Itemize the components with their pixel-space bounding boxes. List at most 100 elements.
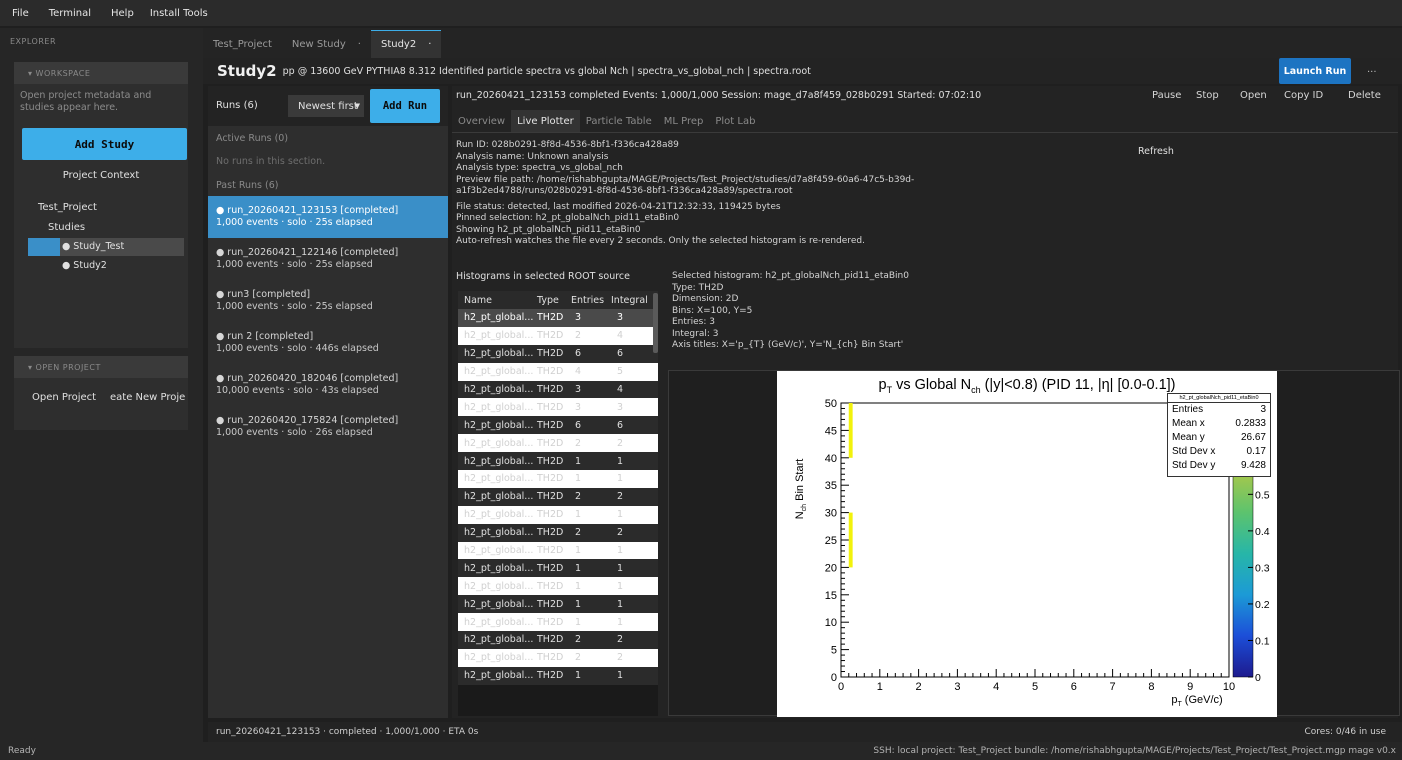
table-cell: h2_pt_global... [464, 527, 533, 539]
run-item[interactable]: ● run 2 [completed] 1,000 events · solo … [208, 328, 448, 358]
table-cell: h2_pt_global... [464, 473, 533, 485]
tab-close-icon[interactable]: · [428, 39, 431, 50]
col-entries[interactable]: Entries [569, 295, 611, 306]
table-row[interactable]: h2_pt_global... TH2D 1 1 [458, 505, 658, 524]
tab-live-plotter[interactable]: Live Plotter [511, 110, 580, 132]
stats-label: Mean x [1172, 418, 1205, 429]
tree-study2[interactable]: ● Study2 [62, 260, 107, 271]
copy-id-button[interactable]: Copy ID [1284, 90, 1348, 101]
run-item[interactable]: ● run_20260420_175824 [completed] 1,000 … [208, 412, 448, 442]
tab-new-study[interactable]: New Study · [282, 30, 371, 58]
table-row[interactable]: h2_pt_global... TH2D 1 1 [458, 613, 658, 632]
table-row[interactable]: h2_pt_global... TH2D 2 4 [458, 326, 658, 345]
table-row[interactable]: h2_pt_global... TH2D 1 1 [458, 559, 658, 578]
table-body: h2_pt_global... TH2D 3 3 h2_pt_global... TH2D… [458, 309, 658, 685]
table-row[interactable]: h2_pt_global... TH2D 4 5 [458, 362, 658, 381]
table-cell: 1 [617, 473, 624, 485]
run-meta: 1,000 events · solo · 26s elapsed [216, 427, 373, 438]
col-integral[interactable]: Integral [611, 295, 651, 306]
delete-button[interactable]: Delete [1348, 90, 1392, 101]
tab-overview[interactable]: Overview [452, 110, 511, 132]
tab-test-project[interactable]: Test_Project [203, 30, 282, 58]
run-item[interactable]: ● run3 [completed] 1,000 events · solo ·… [208, 286, 448, 316]
col-type[interactable]: Type [533, 295, 569, 306]
run-meta: 1,000 events · solo · 25s elapsed [216, 259, 373, 270]
refresh-button[interactable]: Refresh [1138, 146, 1174, 157]
z-tick-label: 0.5 [1255, 489, 1270, 501]
table-row[interactable]: h2_pt_global... TH2D 2 2 [458, 523, 658, 542]
col-name[interactable]: Name [458, 295, 533, 306]
table-row[interactable]: h2_pt_global... TH2D 2 2 [458, 434, 658, 453]
add-run-button[interactable]: Add Run [370, 89, 440, 123]
table-cell: h2_pt_global... [464, 545, 533, 557]
table-row[interactable]: h2_pt_global... TH2D 1 1 [458, 666, 658, 685]
stats-row: Std Dev x 0.17 [1168, 445, 1270, 459]
tab-plot-lab[interactable]: Plot Lab [709, 110, 761, 132]
table-row[interactable]: h2_pt_global... TH2D 1 1 [458, 470, 658, 488]
stop-button[interactable]: Stop [1196, 90, 1240, 101]
tree-project[interactable]: Test_Project [38, 202, 97, 213]
add-study-button[interactable]: Add Study [22, 128, 187, 160]
run-info: Run ID: 028b0291-8f8d-4536-8bf1-f336ca42… [456, 140, 1056, 248]
tab-label: Test_Project [213, 38, 272, 50]
tree-studies[interactable]: Studies [48, 222, 85, 233]
table-row[interactable]: h2_pt_global... TH2D 2 2 [458, 487, 658, 506]
table-row[interactable]: h2_pt_global... TH2D 2 2 [458, 648, 658, 667]
create-project-button[interactable]: eate New Proje [110, 392, 185, 403]
x-tick-label: 0 [838, 681, 844, 693]
tree-study-test-row[interactable]: ● Study_Test [28, 238, 184, 256]
tab-ml-prep[interactable]: ML Prep [658, 110, 710, 132]
table-cell: TH2D [537, 455, 564, 467]
table-cell: h2_pt_global... [464, 562, 533, 574]
run-id: Run ID: 028b0291-8f8d-4536-8bf1-f336ca42… [456, 140, 679, 150]
open-button[interactable]: Open [1240, 90, 1284, 101]
table-row[interactable]: h2_pt_global... TH2D 3 4 [458, 380, 658, 399]
menu-terminal[interactable]: Terminal [49, 8, 91, 19]
table-cell: TH2D [537, 366, 564, 378]
table-cell: h2_pt_global... [464, 580, 533, 592]
table-cell: 1 [575, 509, 582, 521]
workspace-header[interactable]: ▾ WORKSPACE [14, 62, 188, 84]
table-cell: 2 [575, 634, 582, 646]
tree-selection-marker [28, 238, 60, 256]
chevron-down-icon: ▼ [354, 102, 360, 110]
run-item[interactable]: ● run_20260420_182046 [completed] 10,000… [208, 370, 448, 400]
open-project-button[interactable]: Open Project [32, 392, 96, 403]
open-project-header[interactable]: ▾ OPEN PROJECT [14, 356, 188, 378]
table-cell: 1 [575, 598, 582, 610]
table-row[interactable]: h2_pt_global... TH2D 3 3 [458, 309, 658, 327]
tab-close-icon[interactable]: · [358, 39, 361, 50]
table-row[interactable]: h2_pt_global... TH2D 3 3 [458, 398, 658, 417]
table-row[interactable]: h2_pt_global... TH2D 6 6 [458, 416, 658, 435]
more-menu-button[interactable]: ... [1367, 64, 1377, 75]
y-tick-label: 15 [825, 590, 837, 602]
x-tick-label: 9 [1187, 681, 1193, 693]
tab-study2[interactable]: Study2 · [370, 30, 442, 58]
run-item[interactable]: ● run_20260421_122146 [completed] 1,000 … [208, 244, 448, 274]
stats-box: h2_pt_globalNch_pid11_etaBin0 Entries 3 Me… [1167, 393, 1271, 477]
table-row[interactable]: h2_pt_global... TH2D 1 1 [458, 595, 658, 614]
y-tick-label: 20 [825, 562, 837, 574]
stats-row: Mean y 26.67 [1168, 431, 1270, 445]
stats-row: Mean x 0.2833 [1168, 417, 1270, 431]
tab-particle-table[interactable]: Particle Table [580, 110, 658, 132]
table-row[interactable]: h2_pt_global... TH2D 1 1 [458, 541, 658, 560]
plot-canvas: pT vs Global Nch (|y|<0.8) (PID 11, |η| … [777, 371, 1277, 717]
launch-run-button[interactable]: Launch Run [1279, 58, 1351, 84]
project-context-button[interactable]: Project Context [14, 170, 188, 181]
table-scrollbar[interactable] [653, 293, 658, 353]
menu-help[interactable]: Help [111, 8, 134, 19]
runs-count: Runs (6) [216, 100, 258, 111]
x-tick-label: 1 [877, 681, 883, 693]
table-cell: 1 [575, 455, 582, 467]
menu-file[interactable]: File [12, 8, 29, 19]
table-cell: h2_pt_global... [464, 670, 533, 682]
sort-dropdown[interactable]: Newest first ▼ [288, 95, 364, 117]
table-row[interactable]: h2_pt_global... TH2D 1 1 [458, 452, 658, 471]
table-row[interactable]: h2_pt_global... TH2D 1 1 [458, 577, 658, 596]
menu-install-tools[interactable]: Install Tools [150, 8, 208, 19]
pause-button[interactable]: Pause [1152, 90, 1196, 101]
table-row[interactable]: h2_pt_global... TH2D 2 2 [458, 631, 658, 649]
table-row[interactable]: h2_pt_global... TH2D 6 6 [458, 344, 658, 363]
run-item-selected[interactable]: ● run_20260421_123153 [completed] 1,000 … [208, 196, 448, 238]
